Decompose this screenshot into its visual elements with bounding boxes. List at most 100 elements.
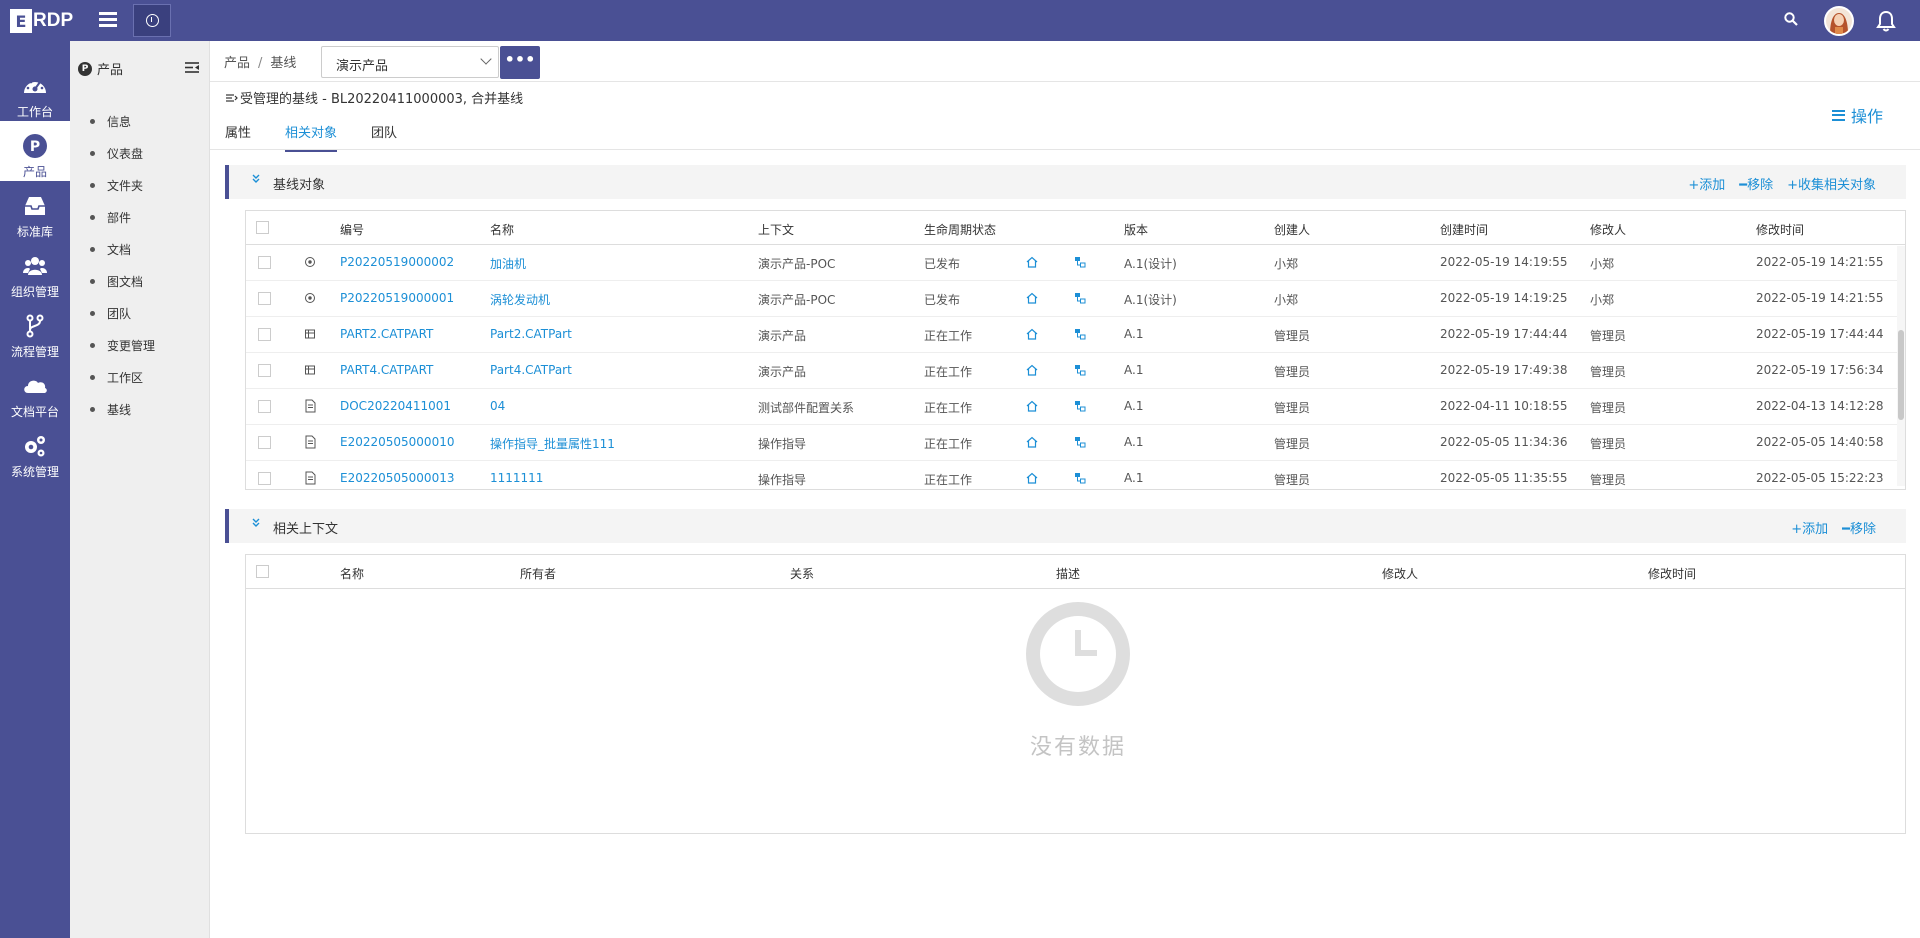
- rail-item-product[interactable]: P 产品: [0, 121, 70, 181]
- column-header[interactable]: 修改人: [1382, 565, 1418, 582]
- object-number-link[interactable]: P20220519000002: [340, 255, 454, 269]
- rail-item-docs[interactable]: 文档平台: [0, 361, 70, 421]
- object-name-link[interactable]: 操作指导_批量属性111: [490, 435, 615, 452]
- search-icon[interactable]: [1784, 12, 1798, 26]
- column-header[interactable]: 修改时间: [1756, 221, 1804, 238]
- tab-attributes[interactable]: 属性: [225, 113, 251, 152]
- breadcrumb-item[interactable]: 基线: [270, 56, 296, 71]
- object-number-link[interactable]: PART2.CATPART: [340, 327, 433, 341]
- column-header[interactable]: 创建人: [1274, 221, 1310, 238]
- collect-related-button[interactable]: +收集相关对象: [1787, 174, 1876, 193]
- column-header[interactable]: 创建时间: [1440, 221, 1488, 238]
- table-row[interactable]: DOC20220411001 04 测试部件配置关系 正在工作 A.1 管理员 2022-0…: [246, 389, 1905, 425]
- object-number-link[interactable]: DOC20220411001: [340, 399, 451, 413]
- subnav-item-parts[interactable]: 部件: [90, 201, 155, 233]
- column-header[interactable]: 所有者: [520, 565, 556, 582]
- table-row[interactable]: E20220505000010 操作指导_批量属性111 操作指导 正在工作 A.1 管理…: [246, 425, 1905, 461]
- subnav-item-documents[interactable]: 文档: [90, 233, 155, 265]
- add-button[interactable]: +添加: [1688, 174, 1725, 193]
- row-checkbox[interactable]: [258, 292, 271, 305]
- rail-item-org[interactable]: 组织管理: [0, 241, 70, 301]
- add-button[interactable]: +添加: [1791, 518, 1828, 537]
- app-logo[interactable]: E RDP: [10, 9, 73, 33]
- object-name-link[interactable]: 04: [490, 399, 505, 413]
- rail-item-standards[interactable]: 标准库: [0, 181, 70, 241]
- user-avatar[interactable]: [1824, 6, 1854, 36]
- structure-icon[interactable]: [1074, 471, 1086, 488]
- remove-button[interactable]: ━移除: [1842, 518, 1876, 537]
- row-checkbox[interactable]: [258, 256, 271, 269]
- object-name-link[interactable]: 1111111: [490, 471, 543, 485]
- column-header[interactable]: 编号: [340, 221, 364, 238]
- subnav-item-dashboard[interactable]: 仪表盘: [90, 137, 155, 169]
- more-button[interactable]: •••: [500, 46, 540, 79]
- object-name-link[interactable]: Part2.CATPart: [490, 327, 572, 341]
- context-select[interactable]: 演示产品: [321, 46, 499, 78]
- column-header[interactable]: 名称: [340, 565, 364, 582]
- row-checkbox[interactable]: [258, 328, 271, 341]
- baseline-objects-header[interactable]: 基线对象 +添加 ━移除 +收集相关对象: [225, 165, 1906, 199]
- subnav-item-folders[interactable]: 文件夹: [90, 169, 155, 201]
- tab-team[interactable]: 团队: [371, 113, 397, 152]
- column-header[interactable]: 修改时间: [1648, 565, 1696, 582]
- subnav-item-changes[interactable]: 变更管理: [90, 329, 155, 361]
- home-icon[interactable]: [1026, 399, 1038, 416]
- row-checkbox[interactable]: [258, 472, 271, 485]
- menu-toggle-icon[interactable]: [96, 9, 120, 33]
- column-header[interactable]: 生命周期状态: [924, 221, 996, 238]
- bell-icon[interactable]: [1876, 10, 1896, 32]
- vertical-scrollbar[interactable]: [1897, 246, 1905, 486]
- column-header[interactable]: 名称: [490, 221, 514, 238]
- home-icon[interactable]: [1026, 363, 1038, 380]
- row-checkbox[interactable]: [258, 400, 271, 413]
- column-header[interactable]: 版本: [1124, 221, 1148, 238]
- operations-button[interactable]: 操作: [1832, 103, 1883, 127]
- object-number-link[interactable]: P20220519000001: [340, 291, 454, 305]
- rail-item-system[interactable]: 系统管理: [0, 421, 70, 481]
- subnav-item-baseline[interactable]: 基线: [90, 393, 155, 425]
- select-all-checkbox[interactable]: [256, 221, 269, 234]
- structure-icon[interactable]: [1074, 291, 1086, 308]
- row-checkbox[interactable]: [258, 436, 271, 449]
- related-context-header[interactable]: 相关上下文 +添加 ━移除: [225, 509, 1906, 543]
- object-name-link[interactable]: 涡轮发动机: [490, 291, 550, 308]
- object-name-link[interactable]: Part4.CATPart: [490, 363, 572, 377]
- object-number-link[interactable]: E20220505000010: [340, 435, 454, 449]
- table-row[interactable]: E20220505000013 1111111 操作指导 正在工作 A.1 管理员 2022…: [246, 461, 1905, 489]
- table-row[interactable]: P20220519000002 加油机 演示产品-POC 已发布 A.1(设计) 小郑 20…: [246, 245, 1905, 281]
- scrollbar-thumb[interactable]: [1898, 330, 1904, 420]
- select-all-checkbox[interactable]: [256, 565, 269, 578]
- column-header[interactable]: 上下文: [758, 221, 794, 238]
- object-number-link[interactable]: PART4.CATPART: [340, 363, 433, 377]
- structure-icon[interactable]: [1074, 399, 1086, 416]
- home-icon[interactable]: [1026, 327, 1038, 344]
- subnav-item-info[interactable]: 信息: [90, 105, 155, 137]
- rail-item-workflow[interactable]: 流程管理: [0, 301, 70, 361]
- home-icon[interactable]: [1026, 435, 1038, 452]
- column-header[interactable]: 修改人: [1590, 221, 1626, 238]
- subnav-item-drawings[interactable]: 图文档: [90, 265, 155, 297]
- row-checkbox[interactable]: [258, 364, 271, 377]
- structure-icon[interactable]: [1074, 435, 1086, 452]
- structure-icon[interactable]: [1074, 363, 1086, 380]
- column-header[interactable]: 关系: [790, 565, 814, 582]
- tab-related-objects[interactable]: 相关对象: [285, 113, 338, 152]
- structure-icon[interactable]: [1074, 255, 1086, 272]
- subnav-item-workspace[interactable]: 工作区: [90, 361, 155, 393]
- rail-item-workbench[interactable]: 工作台: [0, 61, 70, 121]
- home-icon[interactable]: [1026, 291, 1038, 308]
- structure-icon[interactable]: [1074, 327, 1086, 344]
- breadcrumb-item[interactable]: 产品: [224, 56, 250, 71]
- object-number-link[interactable]: E20220505000013: [340, 471, 454, 485]
- subnav-item-team[interactable]: 团队: [90, 297, 155, 329]
- home-icon[interactable]: [1026, 255, 1038, 272]
- object-name-link[interactable]: 加油机: [490, 255, 526, 272]
- remove-button[interactable]: ━移除: [1739, 174, 1773, 193]
- table-row[interactable]: P20220519000001 涡轮发动机 演示产品-POC 已发布 A.1(设计) 小郑…: [246, 281, 1905, 317]
- table-row[interactable]: PART4.CATPART Part4.CATPart 演示产品 正在工作 A.1 管理员…: [246, 353, 1905, 389]
- table-row[interactable]: PART2.CATPART Part2.CATPart 演示产品 正在工作 A.1 管理员…: [246, 317, 1905, 353]
- collapse-sidebar-icon[interactable]: [185, 62, 199, 73]
- column-header[interactable]: 描述: [1056, 565, 1080, 582]
- info-button[interactable]: [133, 4, 171, 37]
- home-icon[interactable]: [1026, 471, 1038, 488]
